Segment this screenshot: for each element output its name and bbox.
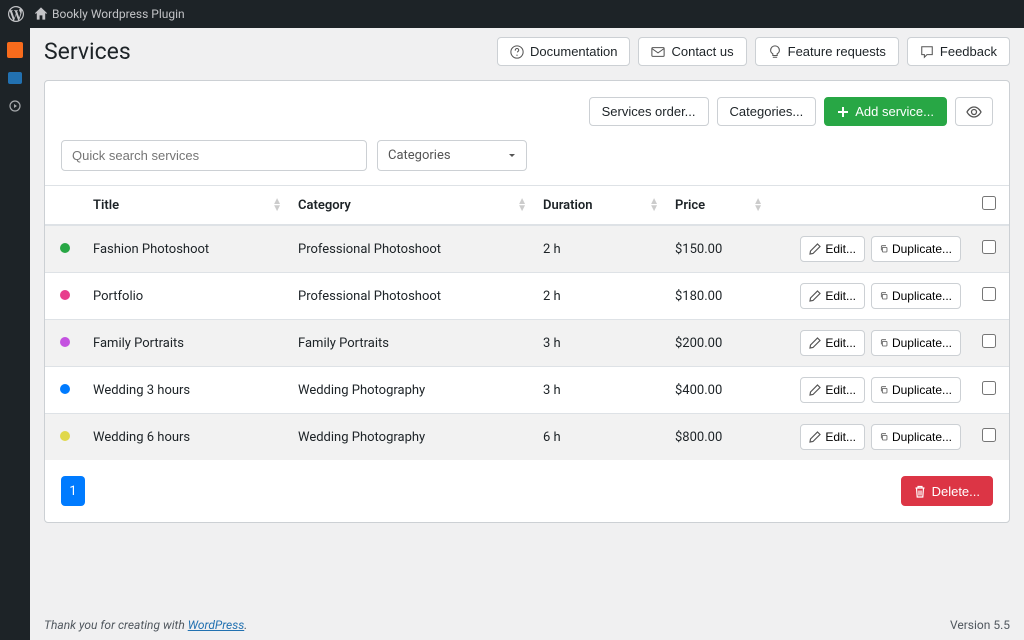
cell-price: $150.00 [667, 225, 771, 273]
duplicate-button[interactable]: Duplicate... [871, 236, 961, 262]
color-dot [60, 243, 70, 253]
wp-footer: Thank you for creating with WordPress. V… [30, 610, 1024, 640]
cell-duration: 2 h [535, 273, 667, 320]
bookly-icon [7, 42, 23, 58]
row-checkbox[interactable] [982, 381, 996, 395]
cell-title: Portfolio [85, 273, 290, 320]
duplicate-button[interactable]: Duplicate... [871, 283, 961, 309]
wp-admin-bar: Bookly Wordpress Plugin [0, 0, 1024, 28]
lightbulb-icon [768, 45, 782, 59]
categories-button[interactable]: Categories... [717, 97, 817, 126]
wordpress-link[interactable]: WordPress [188, 618, 245, 632]
table-row: Fashion PhotoshootProfessional Photoshoo… [45, 225, 1009, 273]
cell-category: Wedding Photography [290, 367, 535, 414]
plus-icon [837, 106, 849, 118]
color-dot [60, 290, 70, 300]
admin-sidebar [0, 28, 30, 640]
sidebar-icon-2 [8, 72, 22, 84]
duplicate-button[interactable]: Duplicate... [871, 330, 961, 356]
services-order-button[interactable]: Services order... [589, 97, 709, 126]
duplicate-button[interactable]: Duplicate... [871, 424, 961, 450]
edit-button[interactable]: Edit... [800, 236, 865, 262]
add-service-button[interactable]: Add service... [824, 97, 947, 126]
col-duration[interactable]: Duration▲▼ [535, 186, 667, 226]
table-row: PortfolioProfessional Photoshoot2 h$180.… [45, 273, 1009, 320]
delete-button[interactable]: Delete... [901, 476, 993, 506]
row-checkbox[interactable] [982, 334, 996, 348]
trash-icon [914, 485, 926, 498]
cell-duration: 3 h [535, 367, 667, 414]
help-icon [510, 45, 524, 59]
color-dot [60, 337, 70, 347]
mail-icon [651, 45, 665, 59]
select-all-checkbox[interactable] [982, 196, 996, 210]
caret-down-icon [508, 152, 516, 160]
main-content: Services Documentation Contact us Featur… [30, 28, 1024, 640]
cell-title: Wedding 3 hours [85, 367, 290, 414]
eye-icon [966, 105, 982, 119]
categories-select[interactable]: Categories [377, 140, 527, 171]
row-checkbox[interactable] [982, 240, 996, 254]
col-title[interactable]: Title▲▼ [85, 186, 290, 226]
feedback-button[interactable]: Feedback [907, 37, 1010, 66]
sidebar-item-bookly[interactable] [0, 36, 30, 64]
table-row: Wedding 6 hoursWedding Photography6 h$80… [45, 414, 1009, 461]
collapse-icon [9, 100, 21, 112]
services-card: Services order... Categories... Add serv… [44, 80, 1010, 523]
cell-duration: 2 h [535, 225, 667, 273]
cell-category: Professional Photoshoot [290, 273, 535, 320]
edit-button[interactable]: Edit... [800, 424, 865, 450]
duplicate-button[interactable]: Duplicate... [871, 377, 961, 403]
cell-title: Fashion Photoshoot [85, 225, 290, 273]
cell-category: Wedding Photography [290, 414, 535, 461]
cell-duration: 6 h [535, 414, 667, 461]
row-checkbox[interactable] [982, 287, 996, 301]
page-1-button[interactable]: 1 [61, 476, 85, 506]
cell-category: Professional Photoshoot [290, 225, 535, 273]
edit-button[interactable]: Edit... [800, 330, 865, 356]
site-title-link[interactable]: Bookly Wordpress Plugin [52, 7, 185, 21]
row-checkbox[interactable] [982, 428, 996, 442]
cell-title: Wedding 6 hours [85, 414, 290, 461]
feature-requests-button[interactable]: Feature requests [755, 37, 899, 66]
documentation-button[interactable]: Documentation [497, 37, 630, 66]
services-table: Title▲▼ Category▲▼ Duration▲▼ Price▲▼ Fa… [45, 185, 1009, 460]
version-text: Version 5.5 [950, 618, 1010, 632]
col-category[interactable]: Category▲▼ [290, 186, 535, 226]
visibility-button[interactable] [955, 97, 993, 126]
cell-title: Family Portraits [85, 320, 290, 367]
cell-category: Family Portraits [290, 320, 535, 367]
cell-duration: 3 h [535, 320, 667, 367]
page-title: Services [44, 38, 131, 65]
color-dot [60, 431, 70, 441]
col-price[interactable]: Price▲▼ [667, 186, 771, 226]
cell-price: $400.00 [667, 367, 771, 414]
color-dot [60, 384, 70, 394]
edit-button[interactable]: Edit... [800, 283, 865, 309]
home-icon[interactable] [34, 7, 48, 22]
table-row: Family PortraitsFamily Portraits3 h$200.… [45, 320, 1009, 367]
sidebar-item-collapse[interactable] [0, 92, 30, 120]
search-input[interactable] [61, 140, 367, 171]
contact-button[interactable]: Contact us [638, 37, 746, 66]
cell-price: $200.00 [667, 320, 771, 367]
wordpress-logo-icon[interactable] [8, 6, 24, 22]
comment-icon [920, 45, 934, 59]
edit-button[interactable]: Edit... [800, 377, 865, 403]
cell-price: $800.00 [667, 414, 771, 461]
sidebar-item-2[interactable] [0, 64, 30, 92]
table-row: Wedding 3 hoursWedding Photography3 h$40… [45, 367, 1009, 414]
cell-price: $180.00 [667, 273, 771, 320]
